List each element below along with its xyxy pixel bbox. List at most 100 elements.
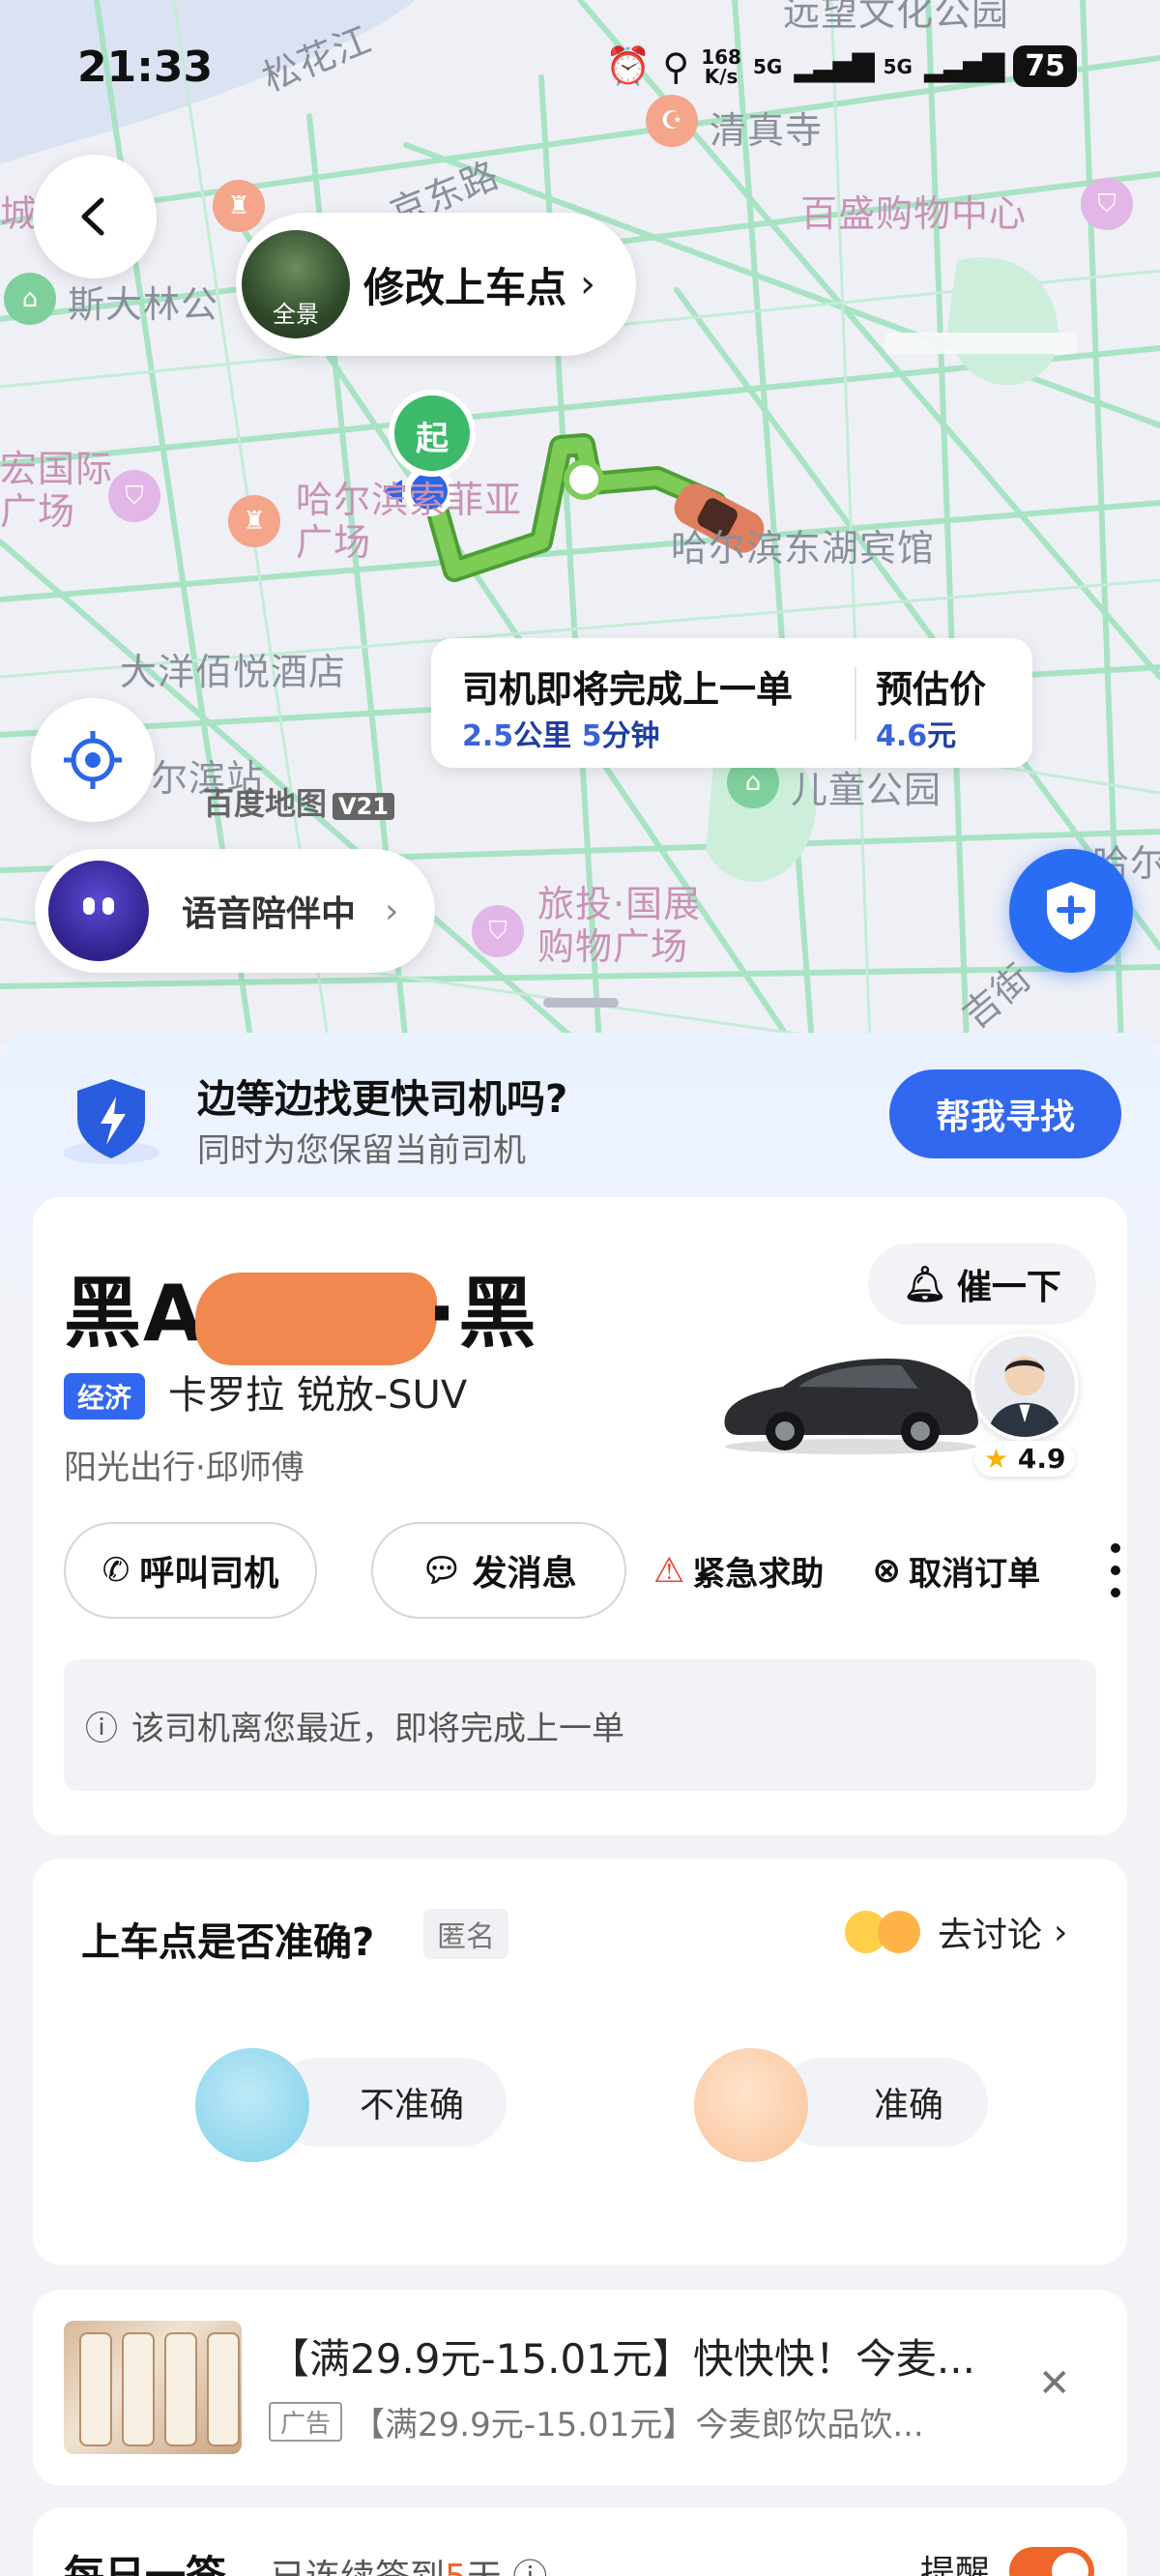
close-icon[interactable]: ✕: [1038, 2361, 1071, 2406]
lightning-shield-icon: [63, 1079, 160, 1164]
tourism-mall-poi-icon: ⛉: [472, 905, 524, 957]
help-me-find-button[interactable]: 帮我寻找: [889, 1069, 1121, 1158]
map-label-hotel: 哈尔滨东湖宾馆: [671, 527, 936, 570]
map-label-children-park: 儿童公园: [791, 769, 942, 811]
map-label-ocean-hotel: 大洋佰悦酒店: [120, 651, 347, 693]
sleepy-face-icon: [195, 2048, 309, 2162]
chevron-right-icon: ›: [580, 262, 596, 307]
route-divider: [855, 667, 856, 741]
back-arrow-icon: [81, 197, 104, 236]
checkin-subtitle: 已连续签到5天 ⓘ: [271, 2549, 547, 2576]
price-title: 预估价: [876, 668, 987, 711]
harbin-poi-icon: ♜: [228, 495, 280, 547]
driver-company: 阳光出行·邱师傅: [64, 1449, 304, 1487]
location-icon: ⚲: [662, 44, 690, 88]
sheet-drag-handle[interactable]: [543, 998, 619, 1008]
wink-face-icon: [694, 2048, 808, 2162]
edit-pickup-button[interactable]: 全景 修改上车点 ›: [236, 213, 636, 356]
ad-product-image: [64, 2321, 242, 2454]
car-model: 卡罗拉 锐放-SUV: [168, 1373, 468, 1418]
back-button[interactable]: [33, 155, 157, 278]
map-label-intl: 宏国际 广场: [0, 448, 114, 533]
signal-1-label: 5G: [752, 54, 783, 78]
urge-button[interactable]: 🔔︎ 催一下: [868, 1244, 1096, 1325]
discuss-link[interactable]: 去讨论 ›: [845, 1907, 1067, 1957]
shopping-poi-icon: ⛉: [1081, 178, 1133, 230]
info-icon[interactable]: ⓘ: [512, 2558, 547, 2576]
price-value: 4.6元: [876, 719, 957, 753]
voice-label: 语音陪伴中: [182, 894, 357, 934]
anonymous-tag: 匿名: [423, 1909, 508, 1959]
edit-pickup-label: 修改上车点: [363, 263, 567, 311]
shield-plus-icon: [1047, 882, 1095, 940]
route-info-card: 司机即将完成上一单 2.5公里 5分钟 预估价 4.6元: [431, 638, 1032, 768]
driver-notice: ⓘ 该司机离您最近，即将完成上一单: [64, 1659, 1096, 1791]
route-status: 司机即将完成上一单: [462, 668, 794, 711]
star-icon: ★: [984, 1443, 1009, 1475]
chat-bubble-icon: 💬︎: [420, 1551, 463, 1590]
emergency-button[interactable]: ⚠ 紧急求助: [653, 1522, 824, 1619]
net-speed: 168 K/s: [701, 44, 741, 88]
map-view[interactable]: 松花江 远望文化公园 ☪ 清真寺 京东路 百盛购物中心 ⛉ 城堡 ♜ ⌂ 斯大林…: [0, 0, 1160, 1044]
signal-2-label: 5G: [883, 54, 913, 78]
driver-avatar[interactable]: [971, 1332, 1079, 1441]
more-options-button[interactable]: [1104, 1543, 1127, 1597]
promo-subtitle: 同时为您保留当前司机: [197, 1131, 526, 1170]
chevron-right-icon: ›: [385, 891, 399, 931]
battery-indicator: 75: [1013, 45, 1077, 87]
bottom-sheet: 边等边找更快司机吗? 同时为您保留当前司机 帮我寻找 黑A ·黑 🔔︎ 催一下 经…: [0, 1033, 1160, 2576]
driver-card: 黑A ·黑 🔔︎ 催一下 经济 卡罗拉 锐放-SUV 阳光出行·邱师傅 ★ 4.9: [33, 1197, 1127, 1835]
panorama-thumbnail[interactable]: 全景: [242, 230, 350, 338]
map-label-sofia: 哈尔滨索菲亚 广场: [296, 479, 523, 564]
status-icons: ⏰ ⚲ 168 K/s 5G ▂▃▅▇ 5G ▂▃▅▇ 75: [605, 44, 1077, 88]
start-marker-label: 起: [416, 420, 449, 458]
ad-title: 【满29.9元-15.01元】快快快！今麦...: [269, 2335, 975, 2383]
status-time: 21:33: [77, 43, 214, 92]
intl-poi-icon: ⛉: [108, 470, 160, 522]
castle-poi-icon: ♜: [213, 180, 265, 232]
status-bar: 21:33 ⏰ ⚲ 168 K/s 5G ▂▃▅▇ 5G ▂▃▅▇ 75: [0, 0, 1160, 135]
safety-shield-button[interactable]: [1009, 849, 1133, 973]
send-message-button[interactable]: 💬︎ 发消息: [371, 1522, 626, 1619]
ad-subtitle: 广告 【满29.9元-15.01元】今麦郎饮品饮...: [269, 2398, 924, 2445]
voice-companion-button[interactable]: 语音陪伴中 ›: [35, 849, 435, 973]
driver-actions: ✆ 呼叫司机 💬︎ 发消息 ⚠ 紧急求助 ⊗ 取消订单: [64, 1522, 1120, 1619]
lightning-circle-icon: ⓘ: [85, 1709, 118, 1748]
remind-label: 提醒: [920, 2554, 991, 2576]
promo-title: 边等边找更快司机吗?: [197, 1077, 568, 1122]
map-label-tourism-mall: 旅投·国展 购物广场: [537, 883, 702, 968]
bell-icon: 🔔︎: [903, 1265, 947, 1304]
accurate-button[interactable]: 准确: [777, 2058, 988, 2147]
driver-rating: ★ 4.9: [974, 1441, 1076, 1477]
signal-bars-2-icon: ▂▃▅▇: [923, 49, 1004, 83]
remind-toggle[interactable]: [1009, 2547, 1094, 2576]
robot-avatar-icon: [48, 861, 149, 961]
locate-button[interactable]: [31, 698, 155, 822]
signal-bars-1-icon: ▂▃▅▇: [794, 49, 874, 83]
ad-tag: 广告: [269, 2402, 343, 2442]
call-driver-button[interactable]: ✆ 呼叫司机: [64, 1522, 317, 1619]
find-faster-promo: 边等边找更快司机吗? 同时为您保留当前司机 帮我寻找: [0, 1033, 1160, 1197]
park-poi-icon: ⌂: [4, 273, 56, 325]
ride-type-tag: 经济: [64, 1373, 146, 1420]
panorama-label: 全景: [273, 301, 319, 328]
siren-icon: ⚠: [653, 1550, 685, 1591]
ad-card[interactable]: 【满29.9元-15.01元】快快快！今麦... 广告 【满29.9元-15.0…: [33, 2290, 1127, 2485]
emoji-group-icon: [845, 1907, 926, 1957]
car-image: [724, 1359, 978, 1454]
crosshair-icon: [64, 731, 122, 789]
phone-icon: ✆: [102, 1551, 130, 1590]
map-label-mall: 百盛购物中心: [800, 192, 1028, 235]
plate-redaction: [194, 1273, 437, 1366]
route-distance-time: 2.5公里 5分钟: [462, 719, 660, 753]
cancel-order-button[interactable]: ⊗ 取消订单: [872, 1522, 1040, 1619]
chevron-right-icon: ›: [1054, 1912, 1068, 1952]
feedback-title: 上车点是否准确?: [81, 1920, 375, 1965]
pickup-feedback-card: 上车点是否准确? 匿名 去讨论 › 不准确 准确: [33, 1859, 1127, 2265]
license-plate: 黑A ·黑: [64, 1251, 537, 1366]
alarm-icon: ⏰: [605, 44, 652, 87]
checkin-title: 每日一签: [64, 2552, 227, 2576]
close-circle-icon: ⊗: [872, 1550, 902, 1591]
map-label-sidalin: 斯大林公: [68, 283, 219, 326]
daily-checkin-card: 每日一签 已连续签到5天 ⓘ 提醒: [33, 2508, 1127, 2576]
